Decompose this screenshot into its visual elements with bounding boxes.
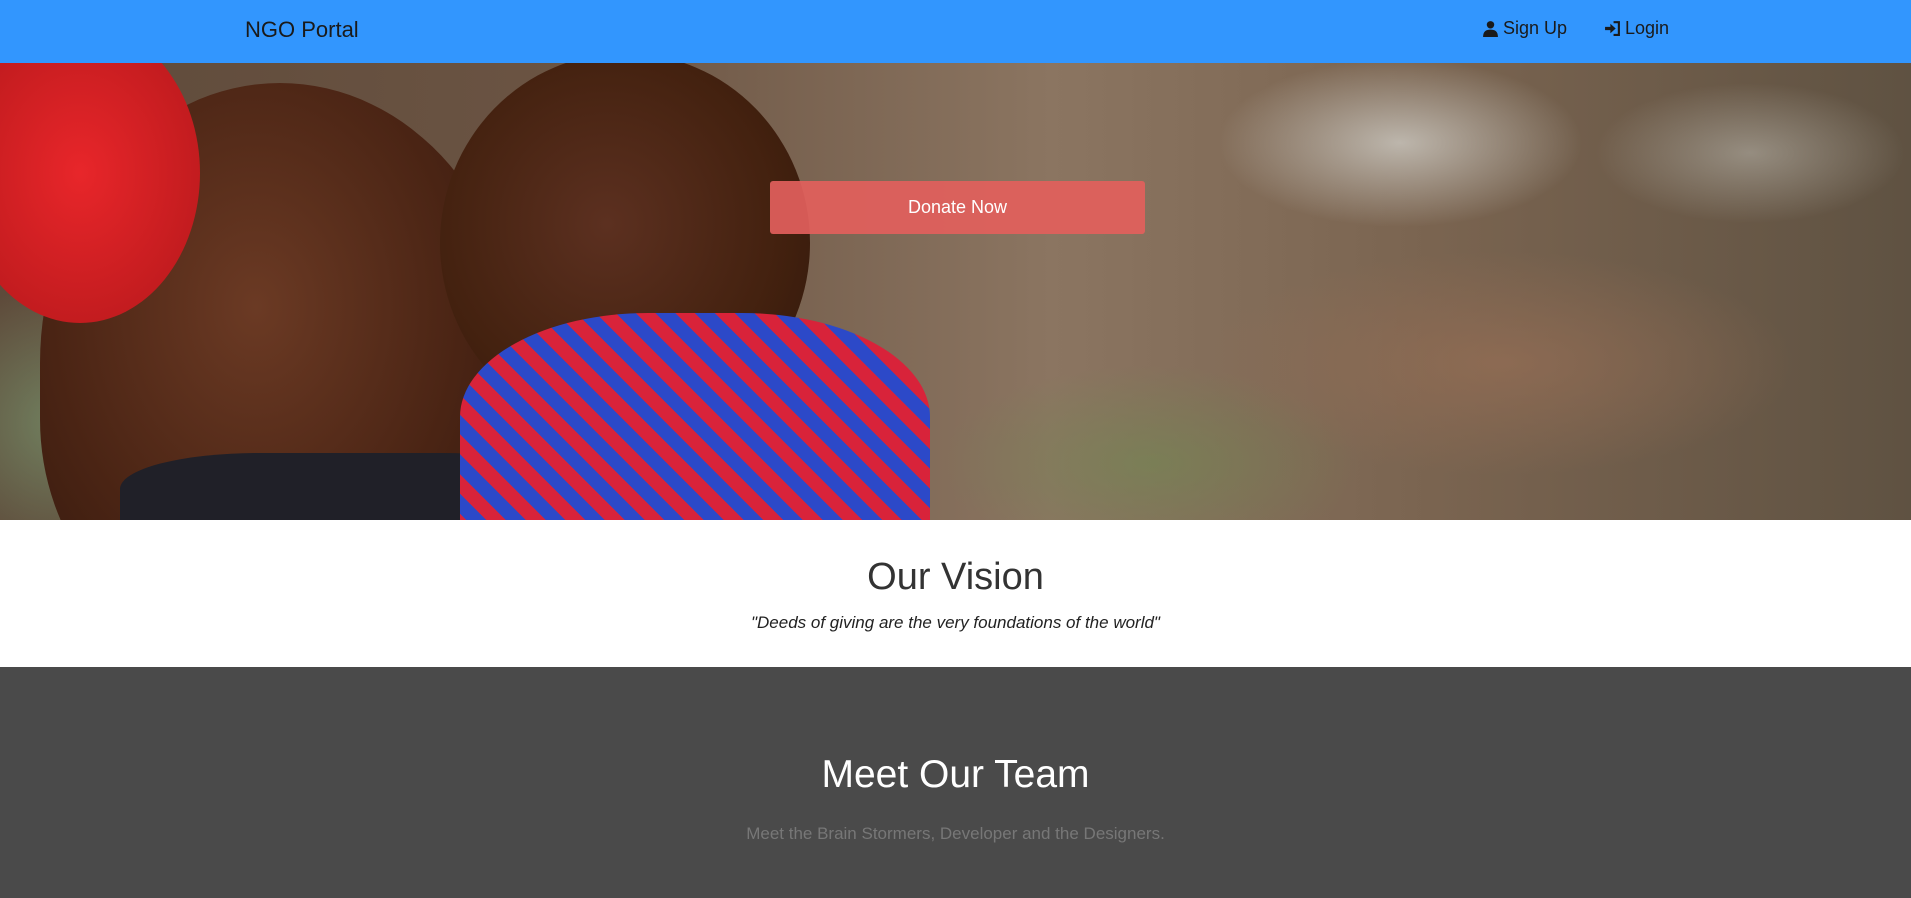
team-section: Meet Our Team Meet the Brain Stormers, D…	[0, 667, 1911, 898]
team-subtitle: Meet the Brain Stormers, Developer and t…	[746, 824, 1165, 843]
signup-link[interactable]: Sign Up	[1482, 18, 1567, 39]
vision-section: Our Vision "Deeds of giving are the very…	[0, 520, 1911, 667]
hero-banner: Donate Now	[0, 63, 1911, 520]
brand-link[interactable]: NGO Portal	[245, 17, 359, 43]
vision-title: Our Vision	[867, 556, 1044, 598]
login-label: Login	[1625, 18, 1670, 38]
team-title: Meet Our Team	[821, 753, 1090, 796]
vision-quote: "Deeds of giving are the very foundation…	[751, 613, 1160, 632]
donate-button[interactable]: Donate Now	[770, 181, 1145, 234]
login-link[interactable]: Login	[1604, 18, 1669, 39]
navbar: NGO Portal Sign Up Login	[0, 0, 1911, 63]
signup-label: Sign Up	[1503, 18, 1568, 38]
hero-photo-sweater	[460, 313, 930, 520]
user-icon	[1482, 20, 1499, 37]
login-icon	[1604, 20, 1621, 37]
